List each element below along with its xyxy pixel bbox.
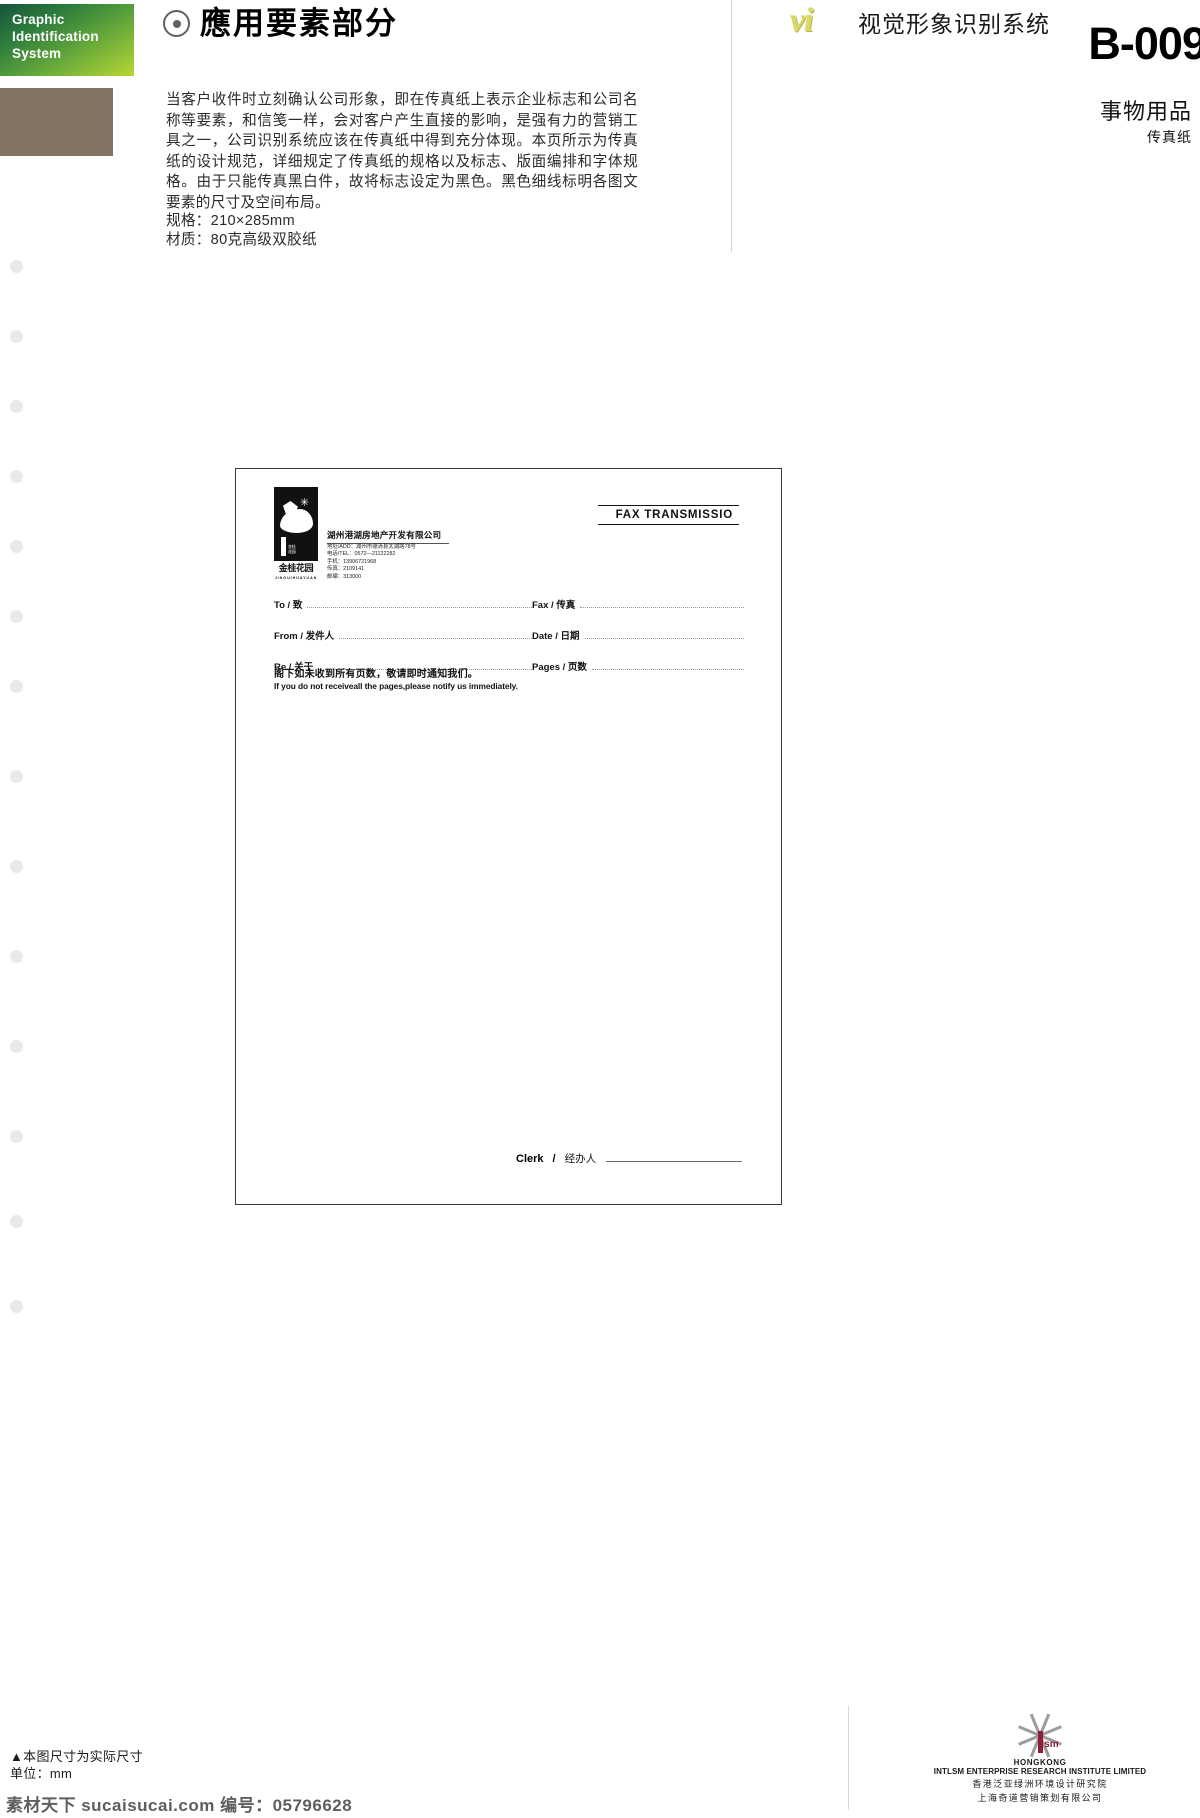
field-fax-label: Fax / 传真	[532, 600, 576, 611]
letterhead: ✳ 金桂 花园 金桂花园 JINGUIHUAYUAN 湖州港湖房地产开发有限公司 …	[271, 487, 449, 583]
clerk-signature-line[interactable]	[606, 1152, 742, 1162]
field-fax[interactable]: Fax / 传真	[532, 597, 744, 611]
header-vertical-divider	[731, 0, 732, 252]
brand-mark-label: sm	[1044, 1738, 1059, 1750]
fax-note-chinese: 阁下如未收到所有页数，敬请即时通知我们。	[274, 669, 478, 680]
logo-wordmark: 金桂花园 JINGUIHUAYUAN	[271, 563, 321, 583]
brand-line-cn-2: 上海奇道营销策划有限公司	[977, 1793, 1103, 1803]
logo-wordmark-pinyin: JINGUIHUAYUAN	[274, 576, 318, 580]
brand-line-institute: INTLSM ENTERPRISE RESEARCH INSTITUTE LIM…	[933, 1767, 1147, 1776]
clerk-label-cn: 经办人	[564, 1153, 597, 1165]
field-pages[interactable]: Pages / 页数	[532, 659, 744, 673]
scale-note-line-2: 单位：mm	[10, 1766, 73, 1781]
subcategory-label: 传真纸	[1147, 129, 1192, 145]
publisher-brand-block: sm HONGKONG INTLSM ENTERPRISE RESEARCH I…	[890, 1713, 1190, 1804]
badge-line-1: Graphic	[12, 12, 65, 27]
brand-line-hongkong: HONGKONG	[1013, 1758, 1067, 1767]
intro-paragraph: 当客户收件时立刻确认公司形象，即在传真纸上表示企业标志和公司名称等要素，和信笺一…	[166, 92, 638, 211]
target-icon	[163, 10, 190, 37]
fax-transmission-title: FAX TRANSMISSIO	[597, 505, 739, 525]
punch-hole-8	[10, 770, 23, 783]
pillar-shape	[281, 537, 286, 556]
punch-hole-6	[10, 610, 23, 623]
clerk-signature-row[interactable]: Clerk / 经办人	[516, 1151, 742, 1166]
graphic-identification-system-badge: Graphic Identification System	[0, 4, 134, 76]
form-row-from-date: From / 发件人 Date / 日期	[274, 628, 744, 642]
brand-line-cn-1: 香港泛亚绿洲环境设计研究院	[972, 1779, 1108, 1789]
punch-hole-10	[10, 950, 23, 963]
scale-note: ▲本图尺寸为实际尺寸 单位：mm	[10, 1748, 143, 1782]
clerk-separator: /	[552, 1153, 556, 1165]
field-date[interactable]: Date / 日期	[532, 628, 744, 642]
punch-hole-13	[10, 1215, 23, 1228]
color-swatch-brown	[0, 88, 113, 156]
logo-wordmark-cn: 金桂花园	[278, 563, 314, 573]
field-from[interactable]: From / 发件人	[274, 628, 532, 642]
punch-hole-12	[10, 1130, 23, 1143]
page-code: B-009	[1088, 18, 1200, 69]
field-fax-input[interactable]	[580, 599, 744, 608]
scale-note-line-1: ▲本图尺寸为实际尺寸	[10, 1749, 143, 1764]
punch-hole-7	[10, 680, 23, 693]
company-postcode: 邮编：313000	[327, 573, 362, 580]
logo-lockup: ✳ 金桂 花园 金桂花园 JINGUIHUAYUAN	[271, 487, 321, 583]
badge-line-3: System	[12, 46, 62, 61]
punch-hole-4	[10, 470, 23, 483]
badge-line-2: Identification	[12, 29, 99, 44]
spec-size: 规格：210×285mm	[166, 213, 295, 229]
vi-logo: vi	[790, 2, 814, 39]
field-from-label: From / 发件人	[274, 631, 335, 642]
company-tel: 电话/TEL：0572—21122282	[327, 551, 396, 558]
field-to-input[interactable]	[307, 599, 532, 608]
page-title: 應用要素部分	[200, 6, 398, 41]
category-label: 事物用品	[1099, 99, 1192, 124]
bird-shape	[280, 509, 313, 533]
watermark-text: 素材天下 sucaisucai.com 编号：05796628	[6, 1796, 353, 1815]
brand-stem	[1037, 1730, 1043, 1753]
punch-hole-14	[10, 1300, 23, 1313]
field-pages-input[interactable]	[591, 661, 744, 670]
punch-hole-11	[10, 1040, 23, 1053]
logo-mark-microtext: 金桂 花园	[288, 544, 296, 554]
spec-list: 规格：210×285mm 材质：80克高级双胶纸	[166, 212, 317, 250]
punch-hole-1	[10, 260, 23, 273]
fax-note-english: If you do not receiveall the pages,pleas…	[274, 681, 518, 691]
spec-material: 材质：80克高级双胶纸	[166, 232, 317, 248]
punch-hole-2	[10, 330, 23, 343]
form-row-to-fax: To / 致 Fax / 传真	[274, 597, 744, 611]
fax-sheet-artwork: ✳ 金桂 花园 金桂花园 JINGUIHUAYUAN 湖州港湖房地产开发有限公司 …	[235, 468, 782, 1205]
field-date-input[interactable]	[584, 630, 744, 639]
punch-hole-9	[10, 860, 23, 873]
company-info-block: 湖州港湖房地产开发有限公司 地址/ADD：湖州市德清县太湖路78号 电话/TEL…	[327, 529, 449, 583]
sparkle-icon: ✳	[300, 497, 310, 509]
section-title-group: 應用要素部分	[163, 8, 398, 39]
field-to[interactable]: To / 致	[274, 597, 532, 611]
starburst-icon: sm	[1014, 1713, 1066, 1758]
field-from-input[interactable]	[339, 630, 532, 639]
punch-hole-3	[10, 400, 23, 413]
company-fax: 传真：2109141	[327, 566, 365, 573]
company-name: 湖州港湖房地产开发有限公司	[327, 529, 449, 544]
system-title: 视觉形象识别系统	[858, 11, 1050, 37]
field-date-label: Date / 日期	[532, 631, 580, 642]
field-pages-label: Pages / 页数	[532, 662, 587, 673]
footer-vertical-divider	[848, 1706, 849, 1810]
company-logo-icon: ✳ 金桂 花园	[274, 487, 318, 561]
clerk-label-en: Clerk	[516, 1153, 544, 1165]
field-to-label: To / 致	[274, 600, 303, 611]
punch-hole-5	[10, 540, 23, 553]
